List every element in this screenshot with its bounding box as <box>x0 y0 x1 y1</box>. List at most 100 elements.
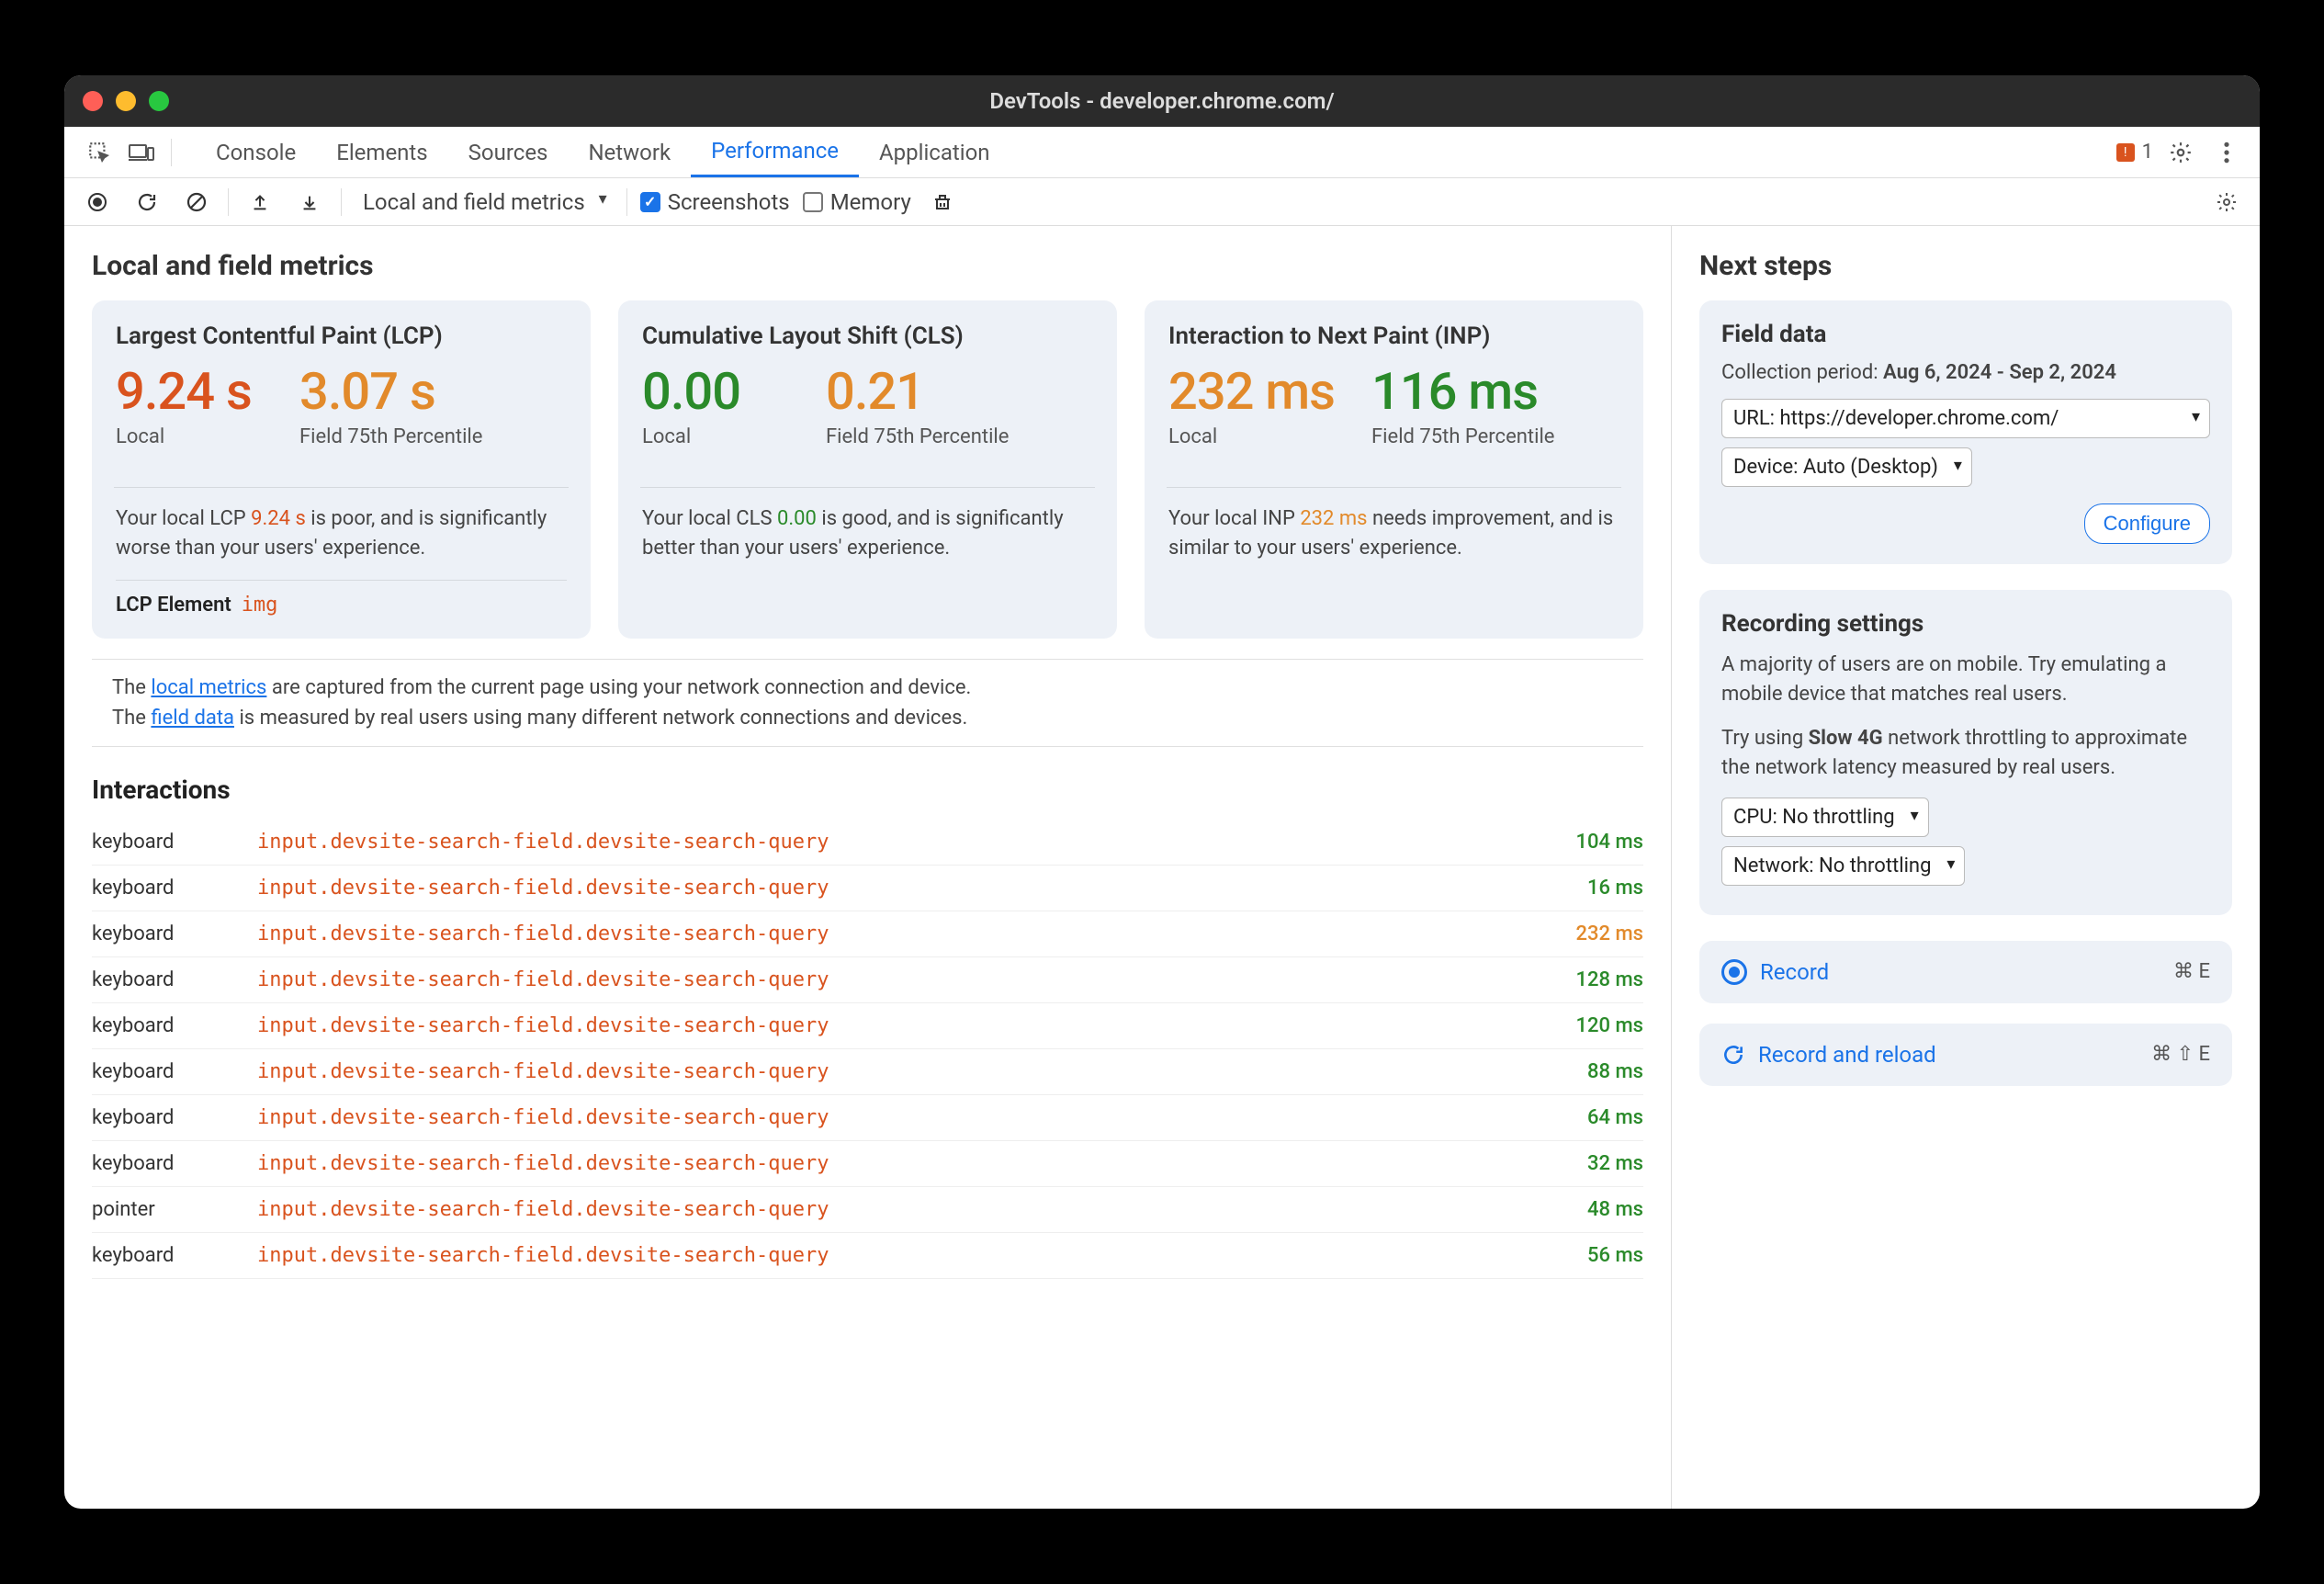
interaction-time: 16 ms <box>1515 877 1643 899</box>
tab-elements[interactable]: Elements <box>316 127 447 177</box>
metrics-info-bar: The local metrics are captured from the … <box>92 659 1643 747</box>
interaction-row[interactable]: keyboard input.devsite-search-field.devs… <box>92 911 1643 957</box>
lcp-element-label: LCP Element <box>116 594 231 617</box>
device-select[interactable]: Device: Auto (Desktop) <box>1721 447 1972 487</box>
traffic-lights <box>83 91 169 111</box>
metric-card: Cumulative Layout Shift (CLS) 0.00 Local… <box>618 300 1117 639</box>
interaction-row[interactable]: keyboard input.devsite-search-field.devs… <box>92 957 1643 1003</box>
minimize-window-icon[interactable] <box>116 91 136 111</box>
interaction-row[interactable]: keyboard input.devsite-search-field.devs… <box>92 1141 1643 1187</box>
metrics-view-dropdown[interactable]: Local and field metrics <box>355 185 614 220</box>
configure-button[interactable]: Configure <box>2084 503 2210 544</box>
tab-application[interactable]: Application <box>859 127 1010 177</box>
metric-card: Interaction to Next Paint (INP) 232 ms L… <box>1145 300 1643 639</box>
interaction-row[interactable]: pointer input.devsite-search-field.devsi… <box>92 1187 1643 1233</box>
interaction-selector: input.devsite-search-field.devsite-searc… <box>257 1060 1515 1083</box>
interaction-selector: input.devsite-search-field.devsite-searc… <box>257 1244 1515 1267</box>
info-text: is measured by real users using many dif… <box>234 707 967 730</box>
memory-label: Memory <box>830 189 911 215</box>
info-text: The <box>112 707 151 730</box>
tab-network[interactable]: Network <box>568 127 691 177</box>
interaction-time: 232 ms <box>1515 922 1643 945</box>
collection-period-label: Collection period: <box>1721 361 1883 384</box>
metric-local-label: Local <box>116 424 263 451</box>
record-dot-icon <box>1721 959 1747 985</box>
more-menu-icon[interactable] <box>2208 134 2245 171</box>
performance-toolbar: Local and field metrics Screenshots Memo… <box>64 178 2260 226</box>
tab-performance[interactable]: Performance <box>691 127 859 177</box>
reload-icon[interactable] <box>129 184 165 221</box>
metric-local-label: Local <box>1168 424 1335 451</box>
interaction-time: 120 ms <box>1515 1014 1643 1037</box>
interaction-selector: input.devsite-search-field.devsite-searc… <box>257 831 1515 854</box>
recording-settings-text: Try using Slow 4G network throttling to … <box>1721 724 2210 783</box>
text-bold: Slow 4G <box>1809 727 1883 750</box>
metric-field-label: Field 75th Percentile <box>1371 424 1554 451</box>
interaction-time: 88 ms <box>1515 1060 1643 1083</box>
metric-field-value: 3.07 s <box>299 365 482 419</box>
interaction-row[interactable]: keyboard input.devsite-search-field.devs… <box>92 1003 1643 1049</box>
close-window-icon[interactable] <box>83 91 103 111</box>
metric-local-value: 9.24 s <box>116 365 263 419</box>
record-action[interactable]: Record ⌘ E <box>1699 941 2232 1003</box>
download-icon[interactable] <box>291 184 328 221</box>
url-select[interactable]: URL: https://developer.chrome.com/ <box>1721 399 2210 438</box>
record-reload-shortcut: ⌘ ⇧ E <box>2151 1043 2210 1066</box>
record-reload-action[interactable]: Record and reload ⌘ ⇧ E <box>1699 1024 2232 1086</box>
interactions-list: keyboard input.devsite-search-field.devs… <box>92 820 1643 1279</box>
interaction-time: 56 ms <box>1515 1244 1643 1267</box>
cpu-throttling-select[interactable]: CPU: No throttling <box>1721 798 1929 837</box>
window-title: DevTools - developer.chrome.com/ <box>64 88 2260 114</box>
interaction-time: 104 ms <box>1515 831 1643 854</box>
interaction-kind: keyboard <box>92 1152 257 1175</box>
tab-console[interactable]: Console <box>196 127 316 177</box>
settings-gear-icon[interactable] <box>2162 134 2199 171</box>
interaction-row[interactable]: keyboard input.devsite-search-field.devs… <box>92 866 1643 911</box>
interaction-selector: input.devsite-search-field.devsite-searc… <box>257 1106 1515 1129</box>
interaction-kind: pointer <box>92 1198 257 1221</box>
interaction-row[interactable]: keyboard input.devsite-search-field.devs… <box>92 1049 1643 1095</box>
metric-card-title: Cumulative Layout Shift (CLS) <box>642 322 1093 350</box>
network-throttling-select[interactable]: Network: No throttling <box>1721 846 1965 886</box>
field-data-link[interactable]: field data <box>151 707 234 730</box>
metric-card: Largest Contentful Paint (LCP) 9.24 s Lo… <box>92 300 591 639</box>
screenshots-checkbox[interactable]: Screenshots <box>640 189 790 215</box>
issues-indicator[interactable]: ! 1 <box>2116 141 2153 164</box>
checkbox-icon <box>803 192 823 212</box>
left-panel: Local and field metrics Largest Contentf… <box>64 226 1672 1509</box>
local-metrics-link[interactable]: local metrics <box>151 676 266 699</box>
interaction-selector: input.devsite-search-field.devsite-searc… <box>257 968 1515 991</box>
interaction-selector: input.devsite-search-field.devsite-searc… <box>257 1198 1515 1221</box>
metric-card-title: Interaction to Next Paint (INP) <box>1168 322 1619 350</box>
device-toolbar-icon[interactable] <box>123 134 160 171</box>
reload-icon <box>1721 1043 1745 1067</box>
interaction-row[interactable]: keyboard input.devsite-search-field.devs… <box>92 1095 1643 1141</box>
panel-settings-gear-icon[interactable] <box>2208 184 2245 221</box>
interaction-time: 48 ms <box>1515 1198 1643 1221</box>
interaction-kind: keyboard <box>92 1060 257 1083</box>
tabs-bar: ConsoleElementsSourcesNetworkPerformance… <box>64 127 2260 178</box>
metric-local-value: 232 ms <box>1168 365 1335 419</box>
lcp-element-value[interactable]: img <box>242 594 278 617</box>
interaction-time: 64 ms <box>1515 1106 1643 1129</box>
maximize-window-icon[interactable] <box>149 91 169 111</box>
interaction-selector: input.devsite-search-field.devsite-searc… <box>257 877 1515 899</box>
interaction-time: 32 ms <box>1515 1152 1643 1175</box>
record-reload-label: Record and reload <box>1758 1042 1936 1068</box>
text: Try using <box>1721 727 1809 750</box>
metric-description: Your local INP 232 ms needs improvement,… <box>1168 504 1619 563</box>
metric-field-value: 0.21 <box>826 365 1009 419</box>
garbage-collect-icon[interactable] <box>924 184 961 221</box>
interaction-row[interactable]: keyboard input.devsite-search-field.devs… <box>92 1233 1643 1279</box>
devtools-window: DevTools - developer.chrome.com/ Console… <box>64 75 2260 1509</box>
interaction-row[interactable]: keyboard input.devsite-search-field.devs… <box>92 820 1643 866</box>
memory-checkbox[interactable]: Memory <box>803 189 911 215</box>
inspect-element-icon[interactable] <box>81 134 118 171</box>
upload-icon[interactable] <box>242 184 278 221</box>
clear-icon[interactable] <box>178 184 215 221</box>
recording-settings-heading: Recording settings <box>1721 610 2210 638</box>
record-icon[interactable] <box>79 184 116 221</box>
tab-sources[interactable]: Sources <box>448 127 569 177</box>
issues-count: 1 <box>2142 141 2153 164</box>
interaction-kind: keyboard <box>92 1014 257 1037</box>
